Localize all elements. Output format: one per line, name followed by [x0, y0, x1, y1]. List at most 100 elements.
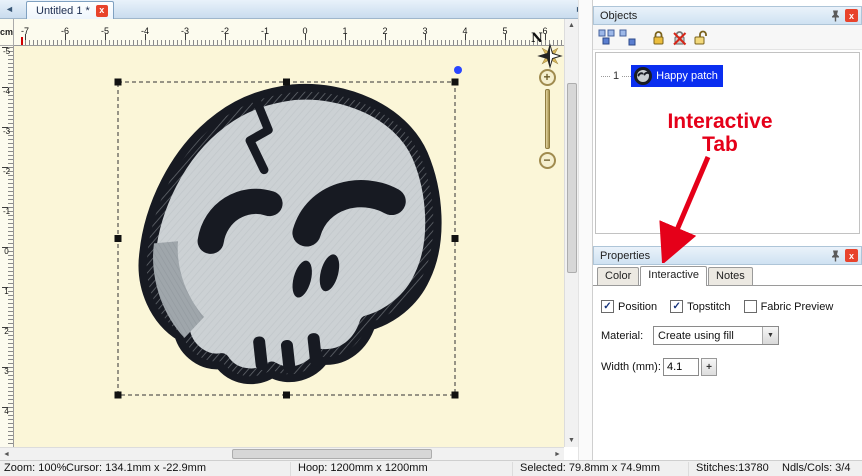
- properties-panel-close-icon[interactable]: x: [845, 249, 858, 262]
- compass-rose-icon[interactable]: N: [528, 29, 566, 71]
- dropdown-arrow-icon[interactable]: ▼: [762, 327, 778, 344]
- ruler-left-number: -3: [0, 127, 13, 136]
- rotation-handle[interactable]: [454, 66, 462, 74]
- tab-notes[interactable]: Notes: [708, 267, 753, 285]
- tab-color[interactable]: Color: [597, 267, 639, 285]
- ruler-cursor-marker: [21, 37, 23, 45]
- objects-panel-close-icon[interactable]: x: [845, 9, 858, 22]
- pin-icon[interactable]: [829, 9, 842, 22]
- ruler-top: -7-6-5-4-3-2-10123456: [14, 19, 564, 46]
- checkbox-position[interactable]: ✓ Position: [601, 300, 657, 313]
- object-list-item[interactable]: 1 Happy patch: [596, 65, 859, 87]
- annotation-line1: Interactive: [640, 110, 800, 133]
- ruler-left: -5 -4 -3 -2 -1 0 1 2 3 4: [0, 46, 14, 447]
- ruler-top-number: 5: [502, 26, 507, 36]
- ruler-top-number: -7: [21, 26, 29, 36]
- status-separator: [290, 462, 291, 476]
- document-tab-bar: ◄ Untitled 1 * x ►: [0, 0, 592, 19]
- status-separator: [512, 462, 513, 476]
- ruler-left-number: 2: [0, 327, 13, 336]
- checkbox-box[interactable]: ✓: [601, 300, 614, 313]
- ruler-left-number: 4: [0, 407, 13, 416]
- ruler-top-number: -4: [141, 26, 149, 36]
- horizontal-scroll-thumb[interactable]: [232, 449, 432, 459]
- panel-splitter[interactable]: [578, 0, 592, 460]
- checkbox-box[interactable]: [744, 300, 757, 313]
- ruler-left-number: 3: [0, 367, 13, 376]
- status-stitches: Stitches:13780: [696, 462, 769, 474]
- objects-panel-header: Objects x: [593, 6, 862, 25]
- status-zoom: Zoom: 100%: [4, 462, 66, 474]
- properties-panel: Properties x ColorInteractiveNotes ✓Posi…: [593, 246, 862, 376]
- status-cursor: Cursor: 134.1mm x -22.9mm: [66, 462, 206, 474]
- ruler-unit-label: cm: [0, 19, 14, 46]
- width-input[interactable]: [663, 358, 699, 376]
- pin-icon[interactable]: [829, 249, 842, 262]
- checkbox-box[interactable]: ✓: [670, 300, 683, 313]
- annotation-text: Interactive Tab: [640, 110, 800, 156]
- ruler-top-number: -2: [221, 26, 229, 36]
- ungroup-icon[interactable]: [619, 29, 636, 46]
- object-label: Happy patch: [656, 70, 718, 82]
- ruler-top-number: -1: [261, 26, 269, 36]
- lock-open-icon[interactable]: [692, 29, 709, 46]
- objects-panel-title: Objects: [600, 10, 826, 22]
- width-label: Width (mm):: [601, 361, 663, 373]
- horizontal-scrollbar[interactable]: ◄ ►: [0, 447, 564, 460]
- document-tab[interactable]: Untitled 1 * x: [26, 1, 114, 19]
- ruler-top-number: 3: [422, 26, 427, 36]
- application-window: ◄ Untitled 1 * x ► cm -7 -6 -5 -4 -3 -2 -1 0 1 2 3…: [0, 0, 862, 476]
- skull-design[interactable]: [147, 92, 434, 377]
- ruler-left-number: 1: [0, 287, 13, 296]
- scroll-down-icon[interactable]: ▼: [565, 434, 578, 447]
- material-dropdown[interactable]: Create using fill ▼: [653, 326, 779, 345]
- status-bar: Zoom: 100% Cursor: 134.1mm x -22.9mm Hoo…: [0, 460, 862, 476]
- canvas-region: cm -7-6-5-4-3-2-10123456 -5-4-3-2-101234: [0, 19, 564, 447]
- tab-scroll-left-icon[interactable]: ◄: [5, 4, 14, 14]
- checkbox-topstitch[interactable]: ✓ Topstitch: [670, 300, 730, 313]
- ruler-top-number: 2: [382, 26, 387, 36]
- width-stepper-button[interactable]: +: [701, 358, 717, 376]
- objects-toolbar: [593, 25, 862, 50]
- ruler-top-number: -5: [101, 26, 109, 36]
- ruler-left-number: -4: [0, 87, 13, 96]
- ruler-left-number: 0: [0, 247, 13, 256]
- status-separator: [688, 462, 689, 476]
- lock-icon[interactable]: [650, 29, 667, 46]
- checkbox-fabric-preview[interactable]: Fabric Preview: [744, 300, 834, 313]
- scroll-up-icon[interactable]: ▲: [565, 19, 578, 32]
- canvas-graphics: [14, 46, 564, 447]
- ruler-top-number: -6: [61, 26, 69, 36]
- ruler-top-number: 0: [302, 26, 307, 36]
- checkbox-label: Fabric Preview: [761, 301, 834, 313]
- ruler-top-number: 4: [462, 26, 467, 36]
- ruler-left-number: -2: [0, 167, 13, 176]
- vertical-scrollbar[interactable]: ▲ ▼: [564, 19, 578, 447]
- zoom-in-button[interactable]: +: [539, 69, 556, 86]
- document-tab-label: Untitled 1 *: [36, 5, 90, 17]
- ruler-top-number: -3: [181, 26, 189, 36]
- properties-content: ✓ Position ✓ Topstitch Fabric Preview Materi…: [593, 286, 862, 376]
- vertical-scroll-thumb[interactable]: [567, 83, 577, 273]
- checkbox-label: Position: [618, 301, 657, 313]
- group-icon[interactable]: [598, 29, 615, 46]
- material-value: Create using fill: [654, 330, 762, 342]
- object-selection-highlight[interactable]: Happy patch: [631, 65, 723, 87]
- ruler-left-number: -1: [0, 207, 13, 216]
- status-selected: Selected: 79.8mm x 74.9mm: [520, 462, 660, 474]
- tab-close-icon[interactable]: x: [96, 5, 108, 17]
- checkbox-row: ✓ Position ✓ Topstitch Fabric Preview: [601, 288, 862, 313]
- unlock-icon[interactable]: [671, 29, 688, 46]
- tab-interactive[interactable]: Interactive: [640, 266, 707, 286]
- properties-tabs: ColorInteractiveNotes: [593, 265, 862, 286]
- status-ndls: Ndls/Cols: 3/4: [782, 462, 850, 474]
- design-canvas[interactable]: [14, 46, 564, 447]
- zoom-slider-track[interactable]: [545, 89, 550, 149]
- object-thumbnail-icon: [633, 66, 653, 86]
- ruler-left-number: -5: [0, 47, 13, 56]
- status-hoop: Hoop: 1200mm x 1200mm: [298, 462, 428, 474]
- material-label: Material:: [601, 330, 653, 342]
- zoom-out-button[interactable]: −: [539, 152, 556, 169]
- checkbox-label: Topstitch: [687, 301, 730, 313]
- object-index: 1: [613, 70, 619, 82]
